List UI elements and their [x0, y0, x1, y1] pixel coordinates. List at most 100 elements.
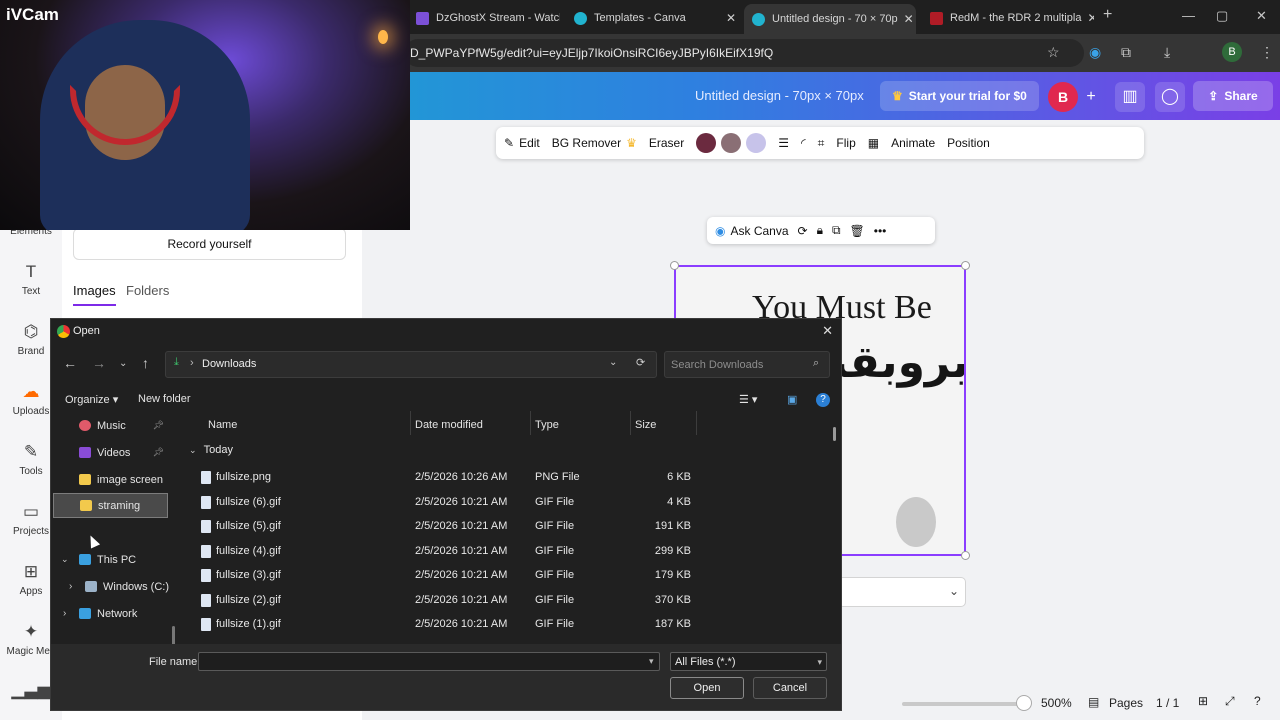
browser-menu-icon[interactable]: ⋮ [1260, 44, 1274, 61]
edit-button[interactable]: ✎ Edit [504, 136, 540, 150]
bg-remover-button[interactable]: BG Remover ♛ [552, 136, 637, 150]
file-list-scrollbar[interactable] [833, 427, 836, 441]
group-header-today[interactable]: ⌄ Today [189, 444, 233, 456]
close-icon[interactable]: ✕ [822, 323, 833, 339]
notes-bar[interactable]: ⌄ [838, 577, 966, 607]
crop-icon[interactable]: ⌗ [818, 136, 825, 151]
delete-icon[interactable]: 🗑︎ [850, 224, 865, 238]
profile-avatar[interactable]: B [1222, 42, 1242, 62]
column-divider[interactable] [696, 411, 697, 435]
extensions-icon[interactable]: ⧉ [1121, 44, 1131, 61]
position-button[interactable]: Position [947, 136, 990, 150]
border-style-icon[interactable]: ☰ [778, 136, 789, 150]
file-row[interactable]: fullsize.png 2/5/2026 10:26 AM PNG File … [181, 466, 781, 490]
help-icon[interactable]: ? [1254, 694, 1261, 708]
chevron-right-icon[interactable]: › [69, 581, 72, 592]
column-header-type[interactable]: Type [535, 419, 559, 431]
nav-item-this-pc[interactable]: ⌄ This PC [53, 547, 168, 572]
tab-images[interactable]: Images [73, 283, 116, 306]
column-header-size[interactable]: Size [635, 419, 656, 431]
tab-templates-canva[interactable]: Templates - Canva ✕ [566, 5, 744, 31]
cancel-button[interactable]: Cancel [753, 677, 827, 699]
column-divider[interactable] [630, 411, 631, 435]
maximize-icon[interactable]: ▢ [1216, 8, 1228, 24]
search-icon[interactable]: ⌕ [813, 357, 819, 370]
pages-icon[interactable]: ▤ [1088, 695, 1099, 709]
up-arrow-icon[interactable]: ↑ [142, 355, 149, 371]
fullscreen-icon[interactable]: ⤢ [1225, 694, 1235, 709]
file-type-select[interactable]: All Files (*.*) ▾ [670, 652, 827, 671]
refresh-icon[interactable]: ⟳ [636, 356, 645, 369]
file-name-input[interactable] [198, 652, 660, 671]
nav-item-network[interactable]: › Network [53, 601, 168, 626]
animate-button[interactable]: Animate [891, 136, 935, 150]
column-header-name[interactable]: Name [208, 419, 237, 431]
ask-canva-button[interactable]: ◉ Ask Canva [715, 224, 789, 238]
column-divider[interactable] [410, 411, 411, 435]
chevron-right-icon[interactable]: › [63, 608, 66, 619]
nav-item-image-screen[interactable]: image screen [53, 467, 168, 492]
view-options-icon[interactable]: ☰ ▾ [739, 393, 757, 406]
resize-handle-bottom-right[interactable] [961, 551, 970, 560]
zoom-slider[interactable] [902, 702, 1027, 706]
forward-arrow-icon[interactable]: → [92, 355, 106, 371]
downloads-icon[interactable]: ⤓ [1164, 44, 1170, 61]
preview-pane-icon[interactable]: ▣ [787, 393, 797, 406]
back-arrow-icon[interactable]: ← [63, 355, 77, 371]
replace-icon[interactable]: ⟳ [798, 224, 808, 238]
file-row[interactable]: fullsize (5).gif 2/5/2026 10:21 AM GIF F… [181, 515, 781, 539]
add-collaborator-icon[interactable]: + [1076, 82, 1106, 112]
chevron-down-icon[interactable]: ⌄ [119, 358, 127, 369]
record-yourself-button[interactable]: Record yourself [73, 228, 346, 260]
column-header-date[interactable]: Date modified [415, 419, 483, 431]
resize-handle-top-left[interactable] [670, 261, 679, 270]
bookmark-star-icon[interactable]: ☆ [1047, 44, 1060, 61]
nav-item-music[interactable]: Music 📌︎ [53, 413, 168, 438]
open-button[interactable]: Open [670, 677, 744, 699]
chevron-down-icon[interactable]: ⌄ [949, 584, 959, 598]
file-row[interactable]: fullsize (4).gif 2/5/2026 10:21 AM GIF F… [181, 540, 781, 564]
rail-item-text[interactable]: T Text [0, 262, 62, 297]
chevron-down-icon[interactable]: ⌄ [61, 554, 69, 565]
new-tab-button[interactable]: + [1103, 6, 1112, 24]
path-breadcrumb[interactable]: ⤓ › Downloads ⌄ ⟳ [165, 351, 657, 378]
close-icon[interactable]: ✕ [898, 12, 914, 26]
close-icon[interactable]: ✕ [720, 11, 736, 25]
color-swatch-1[interactable] [696, 133, 717, 153]
tab-redm[interactable]: RedM - the RDR 2 multipla ✕ [922, 5, 1094, 31]
nav-item-windows-c[interactable]: › Windows (C:) [53, 574, 169, 599]
file-row[interactable]: fullsize (3).gif 2/5/2026 10:21 AM GIF F… [181, 564, 781, 588]
nav-item-straming[interactable]: straming [53, 493, 168, 518]
resize-handle-top-right[interactable] [961, 261, 970, 270]
organize-button[interactable]: Organize ▾ [65, 393, 118, 406]
comment-icon[interactable]: ◯ [1155, 82, 1185, 112]
search-input[interactable] [671, 357, 807, 373]
pin-icon[interactable]: 📌︎ [153, 420, 164, 431]
tab-dzghostx-stream[interactable]: DzGhostX Stream - Watch ✕ [408, 5, 560, 31]
chevron-down-icon[interactable]: ▾ [649, 656, 654, 667]
design-title[interactable]: Untitled design - 70px × 70px [695, 88, 864, 103]
user-avatar[interactable]: B [1048, 82, 1078, 112]
duplicate-icon[interactable]: ⧉ [832, 223, 841, 238]
tab-folders[interactable]: Folders [126, 283, 169, 298]
lock-icon[interactable]: 🔒︎ [817, 223, 823, 238]
zoom-level[interactable]: 500% [1041, 696, 1072, 710]
close-icon[interactable]: ✕ [1081, 11, 1094, 25]
color-swatch-2[interactable] [721, 133, 742, 153]
tab-untitled-design[interactable]: Untitled design - 70 × 70p ✕ [744, 4, 916, 34]
more-options-icon[interactable]: ••• [874, 224, 887, 238]
help-icon[interactable]: ? [816, 393, 830, 407]
zoom-slider-handle[interactable] [1016, 695, 1032, 711]
url-field[interactable]: D_PWPaYPfW5g/edit?ui=eyJEljp7IkoiOnsiRCI… [404, 39, 1084, 67]
eraser-button[interactable]: Eraser [649, 136, 684, 150]
grid-view-icon[interactable]: ⊞ [1198, 694, 1208, 708]
pages-button[interactable]: Pages [1109, 696, 1143, 710]
pin-icon[interactable]: 📌︎ [153, 447, 164, 458]
flip-button[interactable]: Flip [836, 136, 855, 150]
transparency-icon[interactable]: ▦ [868, 136, 879, 150]
extension-canva-icon[interactable]: ◉ [1089, 44, 1101, 61]
new-folder-button[interactable]: New folder [138, 393, 191, 405]
file-row[interactable]: fullsize (2).gif 2/5/2026 10:21 AM GIF F… [181, 589, 781, 613]
share-button[interactable]: ⇪ Share [1193, 81, 1273, 111]
analytics-icon[interactable]: ▥ [1115, 82, 1145, 112]
